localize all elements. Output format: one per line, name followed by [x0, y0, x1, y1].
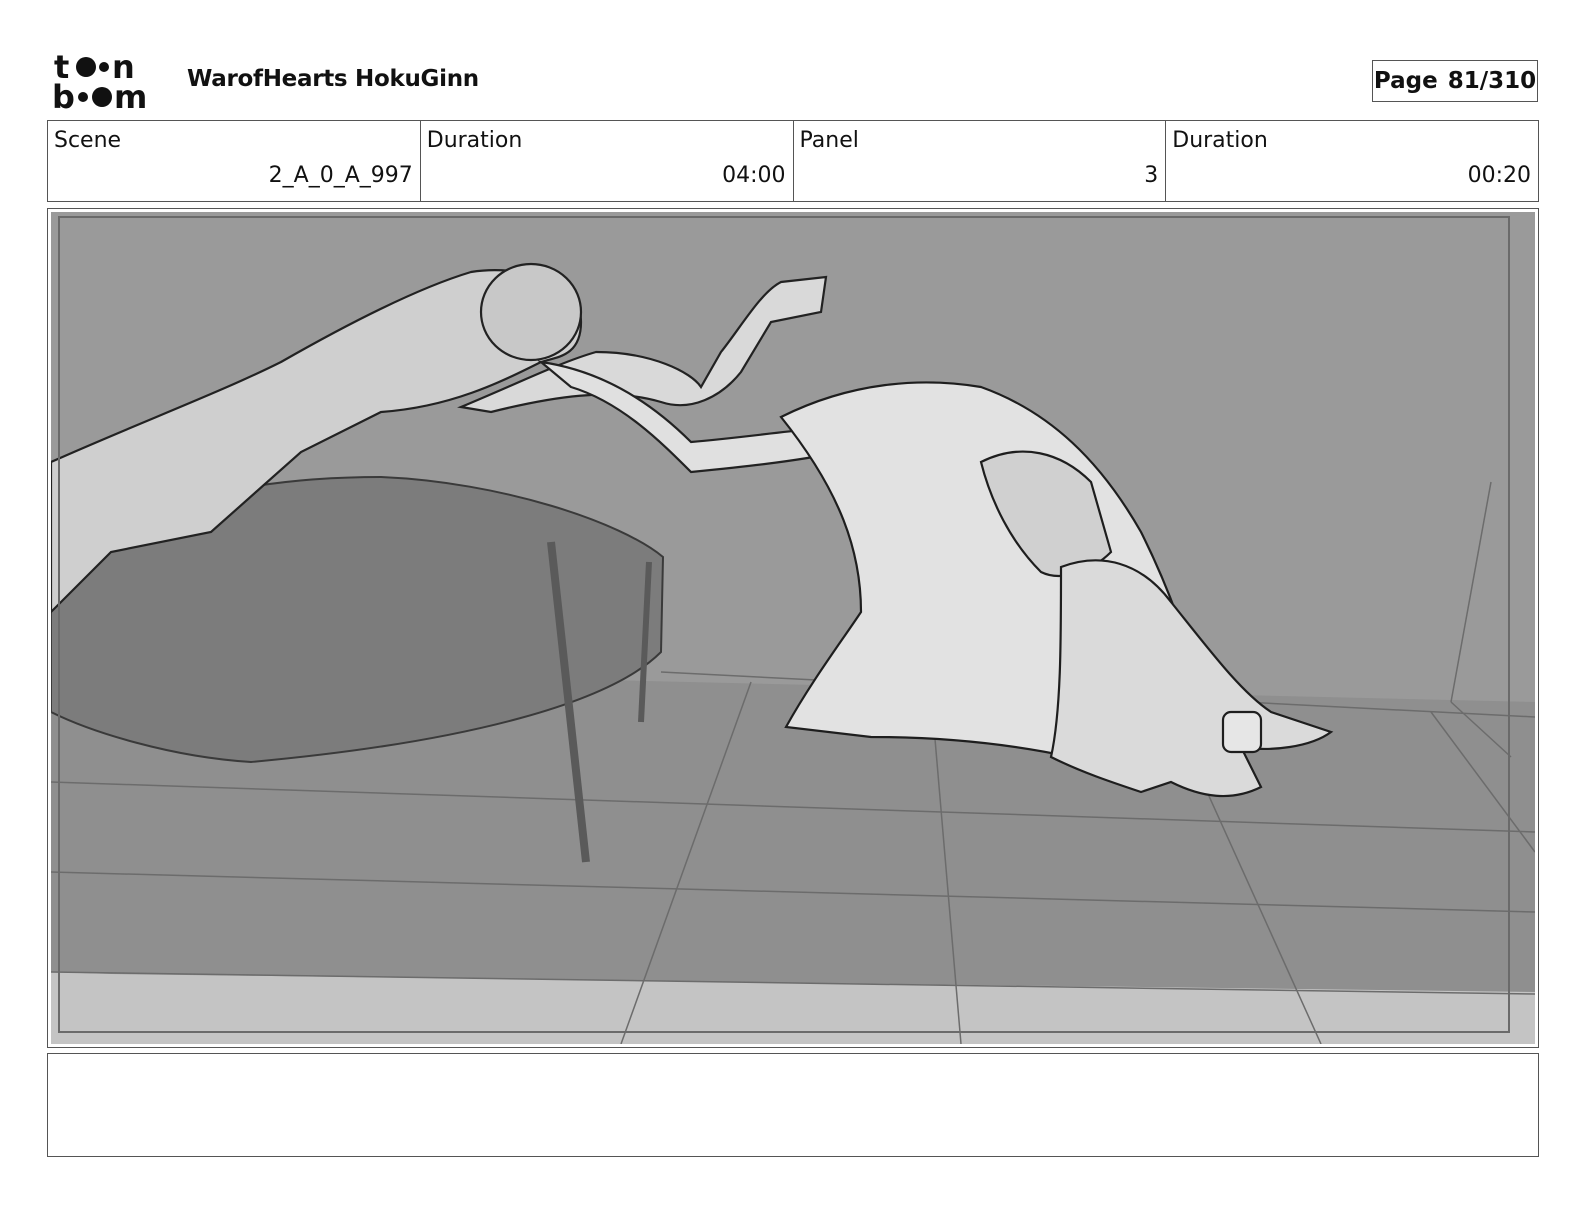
- storyboard-panel: [47, 208, 1539, 1048]
- project-title: WarofHearts HokuGinn: [187, 66, 479, 92]
- scene-cell: Scene 2_A_0_A_997: [48, 121, 421, 201]
- scene-info-table: Scene 2_A_0_A_997 Duration 04:00 Panel 3…: [47, 120, 1539, 202]
- panel-duration-value: 00:20: [1467, 163, 1531, 188]
- toon-boom-logo: t n b m: [52, 50, 147, 112]
- scene-duration-label: Duration: [426, 128, 523, 153]
- page-indicator: Page 81/310: [1372, 60, 1538, 102]
- page-label: Page: [1373, 68, 1438, 94]
- panel-cell: Panel 3: [794, 121, 1167, 201]
- scene-value: 2_A_0_A_997: [268, 163, 413, 188]
- panel-sketch: [51, 212, 1535, 1044]
- panel-label: Panel: [799, 128, 859, 153]
- scene-duration-cell: Duration 04:00: [421, 121, 794, 201]
- panel-duration-cell: Duration 00:20: [1166, 121, 1538, 201]
- panel-value: 3: [1144, 163, 1159, 188]
- page-number: 81/310: [1447, 68, 1537, 94]
- svg-text:m: m: [114, 78, 147, 112]
- scene-label: Scene: [54, 128, 122, 153]
- panel-duration-label: Duration: [1172, 128, 1268, 153]
- scene-duration-value: 04:00: [722, 163, 786, 188]
- panel-notes-box[interactable]: [47, 1053, 1539, 1157]
- svg-text:b: b: [52, 78, 75, 112]
